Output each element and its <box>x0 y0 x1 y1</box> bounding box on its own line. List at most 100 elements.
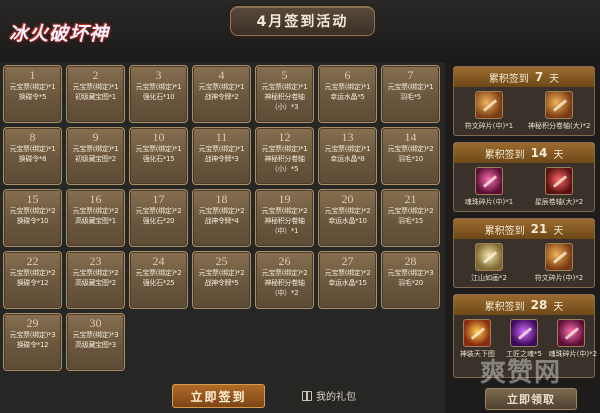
day-reward: 神秘积分卷轴 <box>264 155 305 163</box>
reward-item-icon <box>545 243 573 271</box>
day-cell[interactable]: 12 元宝票(绑定)*1 神秘积分卷轴 （小）*5 <box>255 127 314 185</box>
reward-item-name: 魂珠碎片(中)*1 <box>464 198 514 206</box>
day-cell[interactable]: 5 元宝票(绑定)*1 神秘积分卷轴 （小）*3 <box>255 65 314 123</box>
reward-item[interactable]: 符文碎片(中)*1 <box>458 91 520 131</box>
my-gift-link[interactable]: 我的礼包 <box>302 388 356 403</box>
day-number: 30 <box>89 316 102 330</box>
page-title: 4月签到活动 <box>256 14 349 30</box>
sign-in-button[interactable]: 立即签到 <box>172 384 265 408</box>
day-cell[interactable]: 13 元宝票(绑定)*1 幸运水晶*8 <box>318 127 377 185</box>
day-reward: 元宝票(绑定)*1 <box>72 145 119 153</box>
day-cell[interactable]: 8 元宝票(绑定)*1 换碟令*8 <box>3 127 62 185</box>
day-number: 8 <box>29 130 36 144</box>
day-reward: （中）*1 <box>270 227 299 235</box>
day-cell[interactable]: 23 元宝票(绑定)*2 高级藏宝图*2 <box>66 251 125 309</box>
day-reward: 元宝票(绑定)*2 <box>9 269 56 277</box>
cumulative-reward-box: 累积签到 7 天符文碎片(中)*1 神秘积分卷轴(大)*2 <box>453 66 595 136</box>
day-reward: 元宝票(绑定)*3 <box>72 331 119 339</box>
reward-item[interactable]: 星辰卷轴(大)*2 <box>528 167 590 207</box>
day-cell[interactable]: 3 元宝票(绑定)*1 强化石*10 <box>129 65 188 123</box>
day-reward: 元宝票(绑定)*2 <box>324 269 371 277</box>
day-number: 5 <box>281 68 288 82</box>
day-reward: 元宝票(绑定)*2 <box>387 207 434 215</box>
cumulative-suffix: 天 <box>549 73 560 85</box>
day-cell[interactable]: 30 元宝票(绑定)*3 高级藏宝图*3 <box>66 313 125 371</box>
day-reward: 元宝票(绑定)*1 <box>387 83 434 91</box>
cumulative-suffix: 天 <box>553 301 564 313</box>
day-cell[interactable]: 10 元宝票(绑定)*1 强化石*15 <box>129 127 188 185</box>
day-cell[interactable]: 24 元宝票(绑定)*2 强化石*25 <box>129 251 188 309</box>
day-reward: 元宝票(绑定)*2 <box>261 269 308 277</box>
day-cell[interactable]: 22 元宝票(绑定)*2 换碟令*12 <box>3 251 62 309</box>
day-reward: 幸运水晶*15 <box>328 279 367 287</box>
day-reward: 换碟令*12 <box>16 279 49 287</box>
claim-button[interactable]: 立即领取 <box>485 388 577 410</box>
day-reward: 神秘积分卷轴 <box>264 217 305 225</box>
day-number: 15 <box>26 192 39 206</box>
day-number: 28 <box>404 254 417 268</box>
day-reward: 羽毛*10 <box>398 155 423 163</box>
day-cell[interactable]: 7 元宝票(绑定)*1 羽毛*5 <box>381 65 440 123</box>
cumulative-header: 累积签到 28 天 <box>454 295 594 315</box>
cumulative-items: 江山如画*2 符文碎片(中)*2 <box>454 239 594 283</box>
reward-item-icon <box>475 243 503 271</box>
day-reward: 换碟令*5 <box>18 93 47 101</box>
day-number: 21 <box>404 192 417 206</box>
day-reward: 元宝票(绑定)*3 <box>387 269 434 277</box>
game-logo: 冰火破坏神 <box>4 6 114 58</box>
day-number: 2 <box>92 68 99 82</box>
day-cell[interactable]: 9 元宝票(绑定)*1 初级藏宝图*2 <box>66 127 125 185</box>
cumulative-items: 魂珠碎片(中)*1 星辰卷轴(大)*2 <box>454 163 594 207</box>
cumulative-reward-box: 累积签到 21 天江山如画*2 符文碎片(中)*2 <box>453 218 595 288</box>
cumulative-suffix: 天 <box>553 225 564 237</box>
day-cell[interactable]: 28 元宝票(绑定)*3 羽毛*20 <box>381 251 440 309</box>
day-cell[interactable]: 18 元宝票(绑定)*2 战神令牌*4 <box>192 189 251 247</box>
day-cell[interactable]: 25 元宝票(绑定)*2 战神令牌*5 <box>192 251 251 309</box>
day-reward: 换碟令*8 <box>18 155 47 163</box>
day-cell[interactable]: 14 元宝票(绑定)*2 羽毛*10 <box>381 127 440 185</box>
day-number: 10 <box>152 130 165 144</box>
logo-text: 冰火破坏神 <box>8 22 109 45</box>
gift-icon <box>302 390 312 401</box>
reward-item-icon <box>463 319 492 347</box>
day-cell[interactable]: 29 元宝票(绑定)*3 换碟令*12 <box>3 313 62 371</box>
reward-item-name: 神秘积分卷轴(大)*2 <box>528 122 591 130</box>
day-reward: 初级藏宝图*1 <box>75 93 116 101</box>
day-cell[interactable]: 11 元宝票(绑定)*1 战神令牌*3 <box>192 127 251 185</box>
day-cell[interactable]: 26 元宝票(绑定)*2 神秘积分卷轴 （中）*2 <box>255 251 314 309</box>
cumulative-header: 累积签到 14 天 <box>454 143 594 163</box>
day-cell[interactable]: 20 元宝票(绑定)*2 幸运水晶*10 <box>318 189 377 247</box>
cumulative-prefix: 累积签到 <box>484 149 525 161</box>
reward-item-icon <box>509 319 538 347</box>
day-reward: 幸运水晶*8 <box>330 155 365 163</box>
reward-item[interactable]: 神秘积分卷轴(大)*2 <box>528 91 590 131</box>
day-reward: （中）*2 <box>270 289 299 297</box>
reward-item[interactable]: 江山如画*2 <box>458 243 520 283</box>
day-reward: 元宝票(绑定)*3 <box>9 331 56 339</box>
day-cell[interactable]: 2 元宝票(绑定)*1 初级藏宝图*1 <box>66 65 125 123</box>
day-reward: 高级藏宝图*2 <box>75 279 116 287</box>
day-cell[interactable]: 15 元宝票(绑定)*2 换碟令*10 <box>3 189 62 247</box>
day-number: 1 <box>29 68 36 82</box>
day-number: 26 <box>278 254 291 268</box>
cumulative-items: 符文碎片(中)*1 神秘积分卷轴(大)*2 <box>454 87 594 131</box>
day-cell[interactable]: 4 元宝票(绑定)*1 战神令牌*2 <box>192 65 251 123</box>
day-cell[interactable]: 27 元宝票(绑定)*2 幸运水晶*15 <box>318 251 377 309</box>
day-cell[interactable]: 17 元宝票(绑定)*2 强化石*20 <box>129 189 188 247</box>
day-reward: 元宝票(绑定)*2 <box>261 207 308 215</box>
day-reward: 元宝票(绑定)*2 <box>387 145 434 153</box>
reward-item[interactable]: 符文碎片(中)*2 <box>528 243 590 283</box>
day-reward: 元宝票(绑定)*2 <box>9 207 56 215</box>
day-cell[interactable]: 1 元宝票(绑定)*1 换碟令*5 <box>3 65 62 123</box>
reward-item[interactable]: 魂珠碎片(中)*1 <box>458 167 520 207</box>
day-cell[interactable]: 6 元宝票(绑定)*1 幸运水晶*5 <box>318 65 377 123</box>
day-reward: 羽毛*15 <box>398 217 423 225</box>
day-cell[interactable]: 21 元宝票(绑定)*2 羽毛*15 <box>381 189 440 247</box>
day-reward: 羽毛*5 <box>400 93 421 101</box>
day-reward: 元宝票(绑定)*1 <box>198 83 245 91</box>
day-reward: 元宝票(绑定)*1 <box>9 83 56 91</box>
day-cell[interactable]: 16 元宝票(绑定)*2 高级藏宝图*1 <box>66 189 125 247</box>
reward-item-icon <box>475 91 503 119</box>
day-cell[interactable]: 19 元宝票(绑定)*2 神秘积分卷轴 （中）*1 <box>255 189 314 247</box>
my-gift-label: 我的礼包 <box>316 392 356 403</box>
